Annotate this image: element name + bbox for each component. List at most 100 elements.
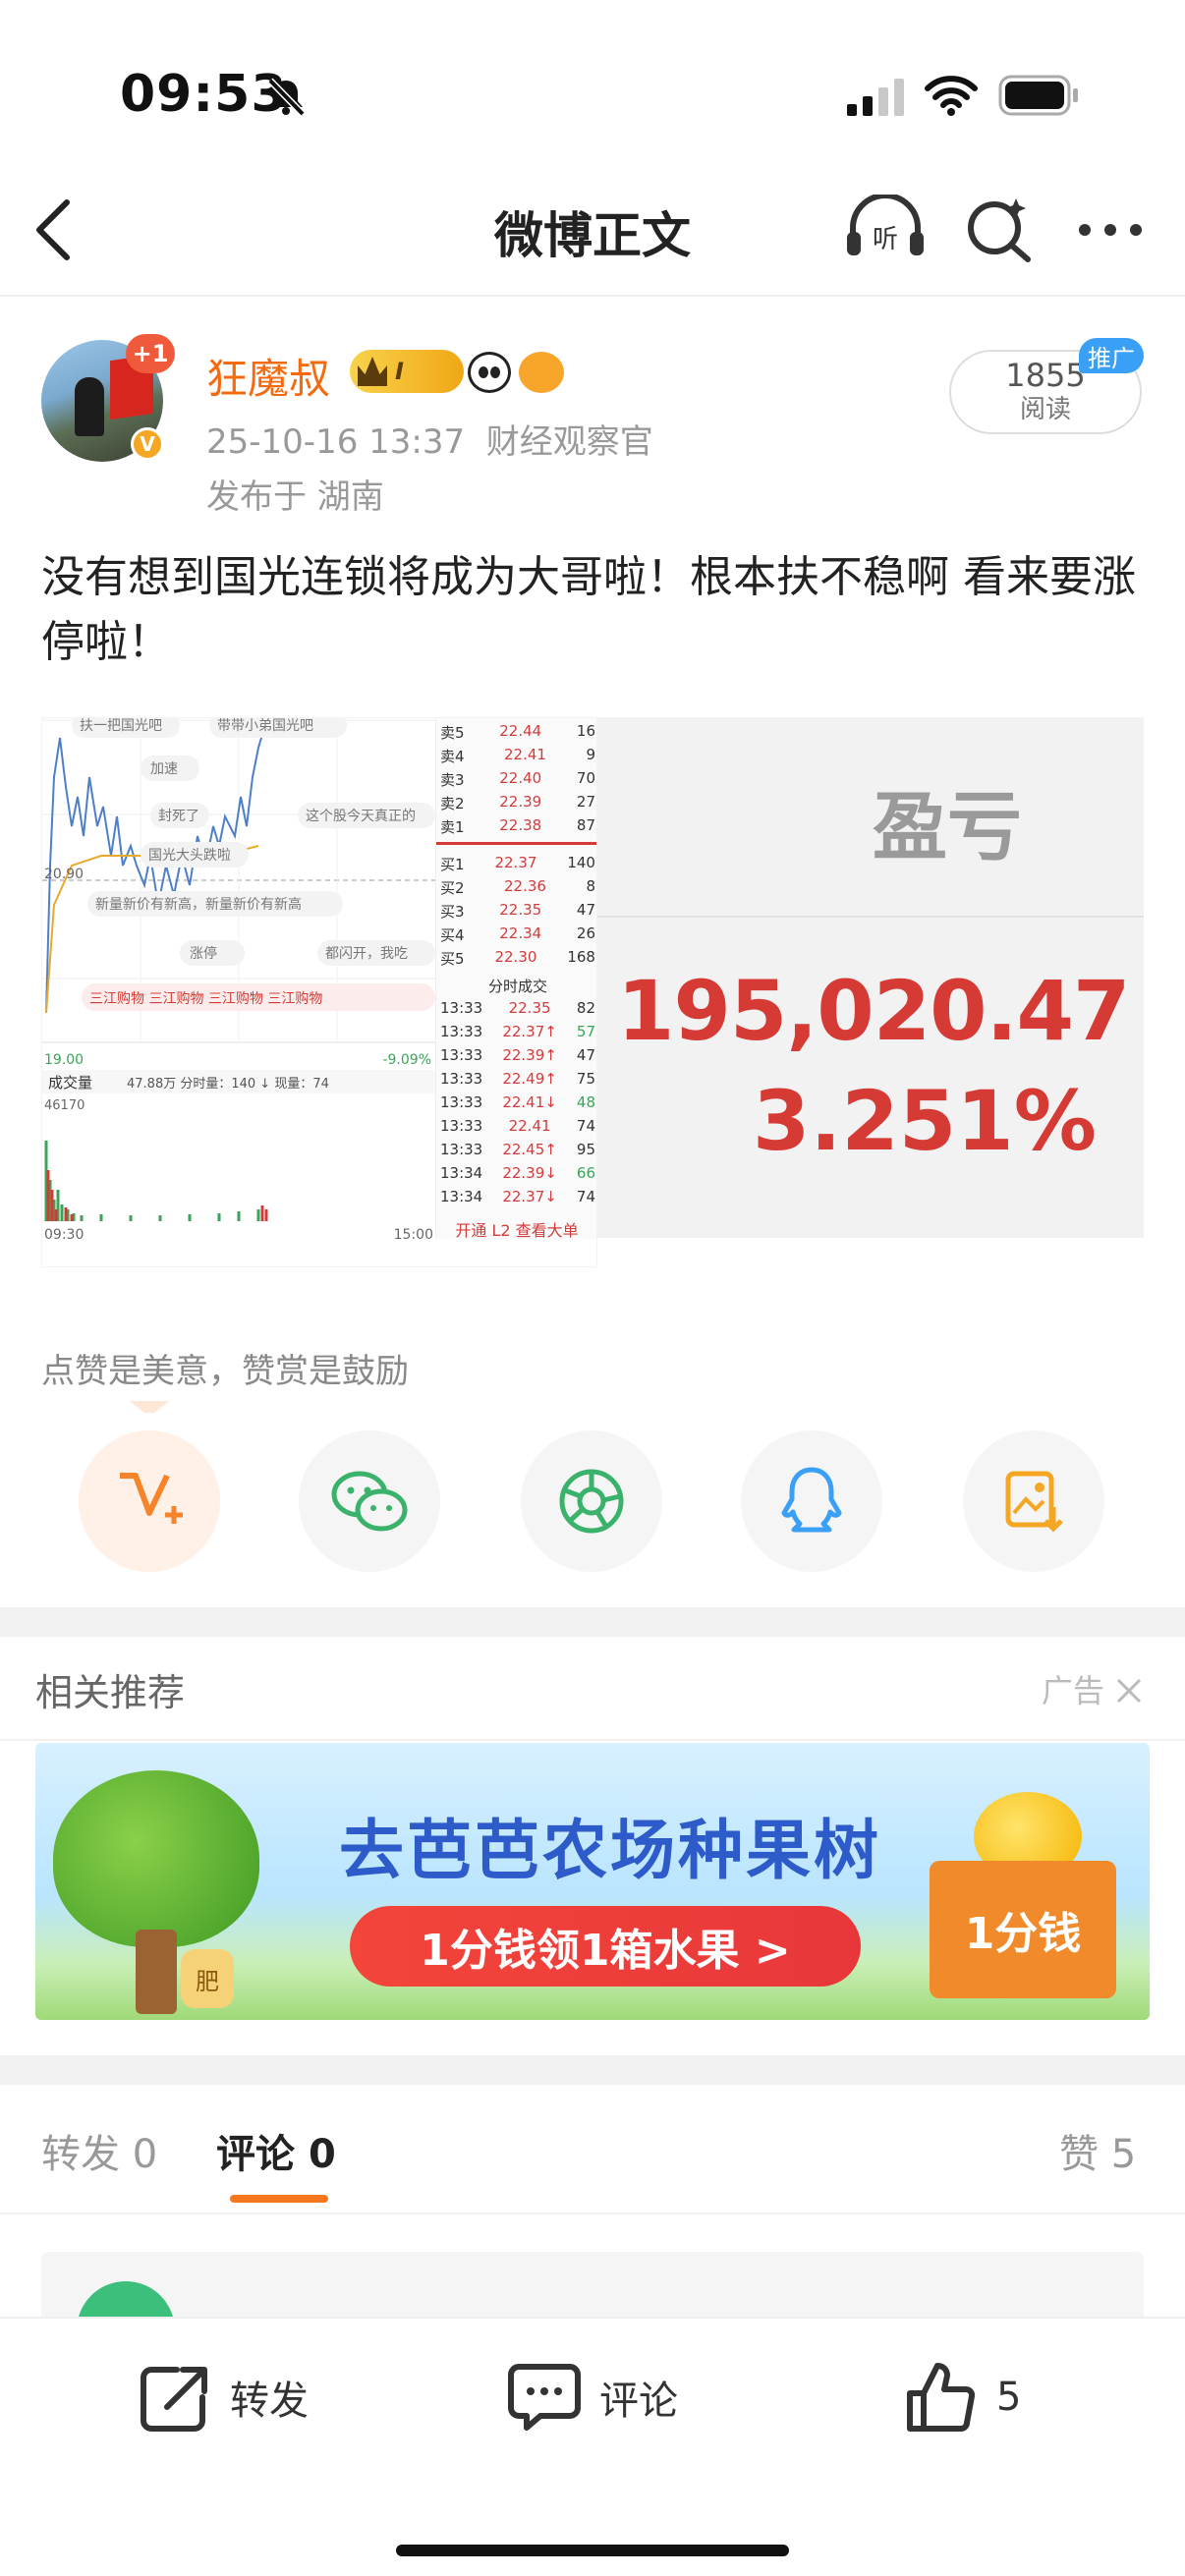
- ad-label: 广告: [1042, 1672, 1105, 1709]
- close-icon: [1117, 1678, 1142, 1704]
- trade-row: 13:33 22.37↑ 57: [440, 1023, 595, 1040]
- pl-label: 盈亏: [873, 783, 1022, 870]
- ad-close[interactable]: 广告: [1042, 1666, 1144, 1711]
- ad-banner[interactable]: 肥 去芭芭农场种果树 1分钱领1箱水果 > 1分钱: [35, 1743, 1150, 2020]
- book-cell: 13:33: [440, 1141, 483, 1158]
- pl-divider: [597, 916, 1144, 918]
- vplus-share-button[interactable]: [79, 1430, 220, 1572]
- section-separator: [0, 1607, 1185, 1637]
- bell-muted-icon: [267, 78, 306, 116]
- tree-trunk: [136, 1930, 177, 2014]
- book-cell: 买2: [440, 879, 465, 897]
- chart-volume-max: 46170: [44, 1098, 85, 1113]
- like-count: 5: [996, 2375, 1022, 2420]
- vplus-icon: [120, 1473, 183, 1524]
- bid-row: 买1 22.37 140: [440, 854, 595, 874]
- danmu-6: 新量新价有新高，新量新价有新高: [95, 896, 302, 913]
- post-meta: 25-10-16 13:37 财经观察官: [206, 415, 653, 463]
- like-button[interactable]: 5: [904, 2358, 1021, 2436]
- post-source: 财经观察官: [485, 422, 653, 462]
- ad-divider: [0, 1739, 1185, 1741]
- wechat-share-button[interactable]: [299, 1430, 440, 1572]
- panda-badge-icon: [468, 352, 511, 393]
- section-separator-2: [0, 2055, 1185, 2085]
- book-cell: 13:33: [440, 1023, 483, 1040]
- book-price: 22.39: [499, 793, 542, 811]
- post-date: 25-10-16 13:37: [206, 422, 466, 462]
- book-price: 22.34: [499, 924, 542, 942]
- post-location: 发布于 湖南: [206, 477, 384, 517]
- danmu-4: 这个股今天真正的: [306, 808, 416, 824]
- moments-share-button[interactable]: [521, 1430, 662, 1572]
- book-volume: 26: [576, 924, 595, 942]
- trade-row: 13:33 22.35 82: [440, 999, 595, 1017]
- ad-headline: 去芭芭农场种果树: [339, 1813, 881, 1888]
- tab-comment-count: 0: [308, 2132, 336, 2177]
- book-price: 22.35: [508, 999, 551, 1017]
- book-volume: 47: [576, 901, 595, 919]
- promo-tag[interactable]: 推广: [1079, 338, 1144, 373]
- post-image-profit-loss[interactable]: 盈亏 195,020.47 3.251%: [597, 717, 1144, 1267]
- book-price: 22.39↓: [502, 1164, 557, 1182]
- chart-volume-label: 成交量: [48, 1074, 92, 1092]
- plus-one-badge: +1: [126, 334, 175, 373]
- tab-repost-label: 转发: [41, 2132, 120, 2177]
- author-name[interactable]: 狂魔叔: [206, 346, 330, 406]
- post-image-stock-chart[interactable]: 20.90 19.00 -9.09% 成交量 47.88万 分时量：140 ↓ …: [41, 717, 597, 1267]
- chart-time-start: 09:30: [44, 1227, 84, 1239]
- tab-repost[interactable]: 转发 0: [41, 2122, 157, 2179]
- more-icon[interactable]: [1075, 220, 1146, 240]
- book-divider: [436, 842, 596, 845]
- book-price: 22.45↑: [502, 1141, 557, 1158]
- trade-row: 13:33 22.39↑ 47: [440, 1046, 595, 1064]
- book-price: 22.38: [499, 816, 542, 834]
- book-volume: 57: [576, 1023, 595, 1040]
- tab-comment-label: 评论: [216, 2132, 295, 2177]
- book-price: 22.41: [504, 746, 546, 763]
- signal-icon: [847, 79, 904, 116]
- search-icon[interactable]: [965, 195, 1034, 263]
- book-volume: 74: [576, 1117, 595, 1135]
- book-price: 22.40: [499, 769, 542, 787]
- bid-row: 买5 22.30 168: [440, 948, 595, 969]
- headphones-listen-icon[interactable]: 听: [845, 195, 926, 259]
- book-cell: 13:33: [440, 1117, 483, 1135]
- danmu-8: 都闪开，我吃: [325, 946, 408, 962]
- bid-row: 买3 22.35 47: [440, 901, 595, 922]
- book-price: 22.49↑: [502, 1070, 557, 1088]
- pl-percent: 3.251%: [753, 1073, 1097, 1169]
- ask-row: 卖3 22.40 70: [440, 769, 595, 790]
- book-volume: 75: [576, 1070, 595, 1088]
- danmu-5: 国光大头跌啦: [148, 847, 231, 864]
- book-price: 22.39↑: [502, 1046, 557, 1064]
- book-cell: 13:33: [440, 1093, 483, 1111]
- book-volume: 87: [576, 816, 595, 834]
- ask-row: 卖4 22.41 9: [440, 746, 595, 766]
- comment-button[interactable]: 评论: [507, 2358, 678, 2436]
- book-cell: 13:33: [440, 999, 483, 1017]
- repost-button[interactable]: 转发: [138, 2358, 309, 2436]
- qq-share-button[interactable]: [741, 1430, 882, 1572]
- bottom-action-bar: [0, 2317, 1185, 2576]
- chart-time-end: 15:00: [394, 1227, 433, 1239]
- book-volume: 9: [586, 746, 595, 763]
- ask-row: 卖5 22.44 16: [440, 722, 595, 743]
- ad-cta-button[interactable]: 1分钱领1箱水果 >: [350, 1906, 861, 1987]
- tooltip-pointer-icon: [130, 1401, 169, 1413]
- book-volume: 95: [576, 1141, 595, 1158]
- tab-like[interactable]: 赞 5: [1059, 2122, 1136, 2179]
- danmu-1: 带带小弟国光吧: [217, 718, 313, 734]
- tab-comment[interactable]: 评论 0: [216, 2122, 336, 2179]
- book-price: 22.35: [499, 901, 542, 919]
- danmu-3: 封死了: [158, 809, 199, 824]
- order-book: 卖5 22.44 16 卖4 22.41 9 卖3 22.40 70 卖2 22.39 27 卖1 22.…: [435, 718, 596, 1239]
- post-text: 没有想到国光连锁将成为大哥啦！根本扶不稳啊 看来要涨停啦！: [41, 552, 1136, 667]
- related-title: 相关推荐: [35, 1671, 186, 1714]
- repost-label: 转发: [230, 2379, 309, 2424]
- book-cell: 买3: [440, 903, 465, 921]
- book-cell: 买4: [440, 926, 465, 944]
- bid-row: 买4 22.34 26: [440, 924, 595, 945]
- trade-row: 13:33 22.45↑ 95: [440, 1141, 595, 1158]
- save-image-button[interactable]: [963, 1430, 1104, 1572]
- fish-badge-icon: [519, 352, 564, 393]
